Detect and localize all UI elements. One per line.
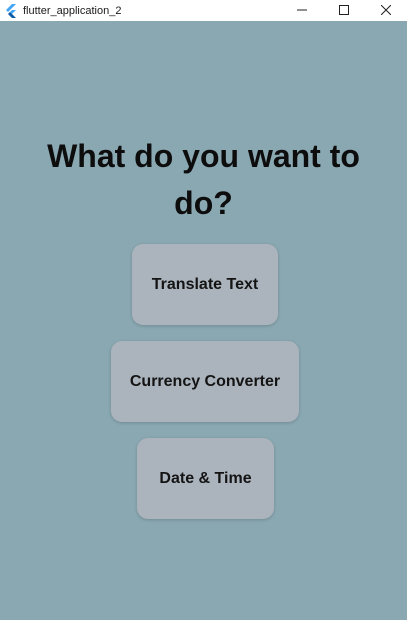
- minimize-button[interactable]: [281, 0, 323, 21]
- window-title: flutter_application_2: [23, 4, 122, 17]
- window-controls: [281, 0, 407, 21]
- close-button[interactable]: [365, 0, 407, 21]
- flutter-logo-icon: [3, 3, 19, 19]
- main-content: What do you want to do? Translate Text C…: [0, 21, 407, 620]
- maximize-icon: [339, 2, 349, 20]
- currency-converter-button[interactable]: Currency Converter: [111, 341, 299, 422]
- page-heading: What do you want to do?: [47, 138, 360, 221]
- translate-text-button[interactable]: Translate Text: [132, 244, 278, 325]
- date-time-button[interactable]: Date & Time: [137, 438, 274, 519]
- close-icon: [380, 2, 392, 20]
- app-window: flutter_application_2 What do you want t…: [0, 0, 407, 620]
- maximize-button[interactable]: [323, 0, 365, 21]
- title-bar[interactable]: flutter_application_2: [0, 0, 407, 21]
- minimize-icon: [297, 2, 307, 20]
